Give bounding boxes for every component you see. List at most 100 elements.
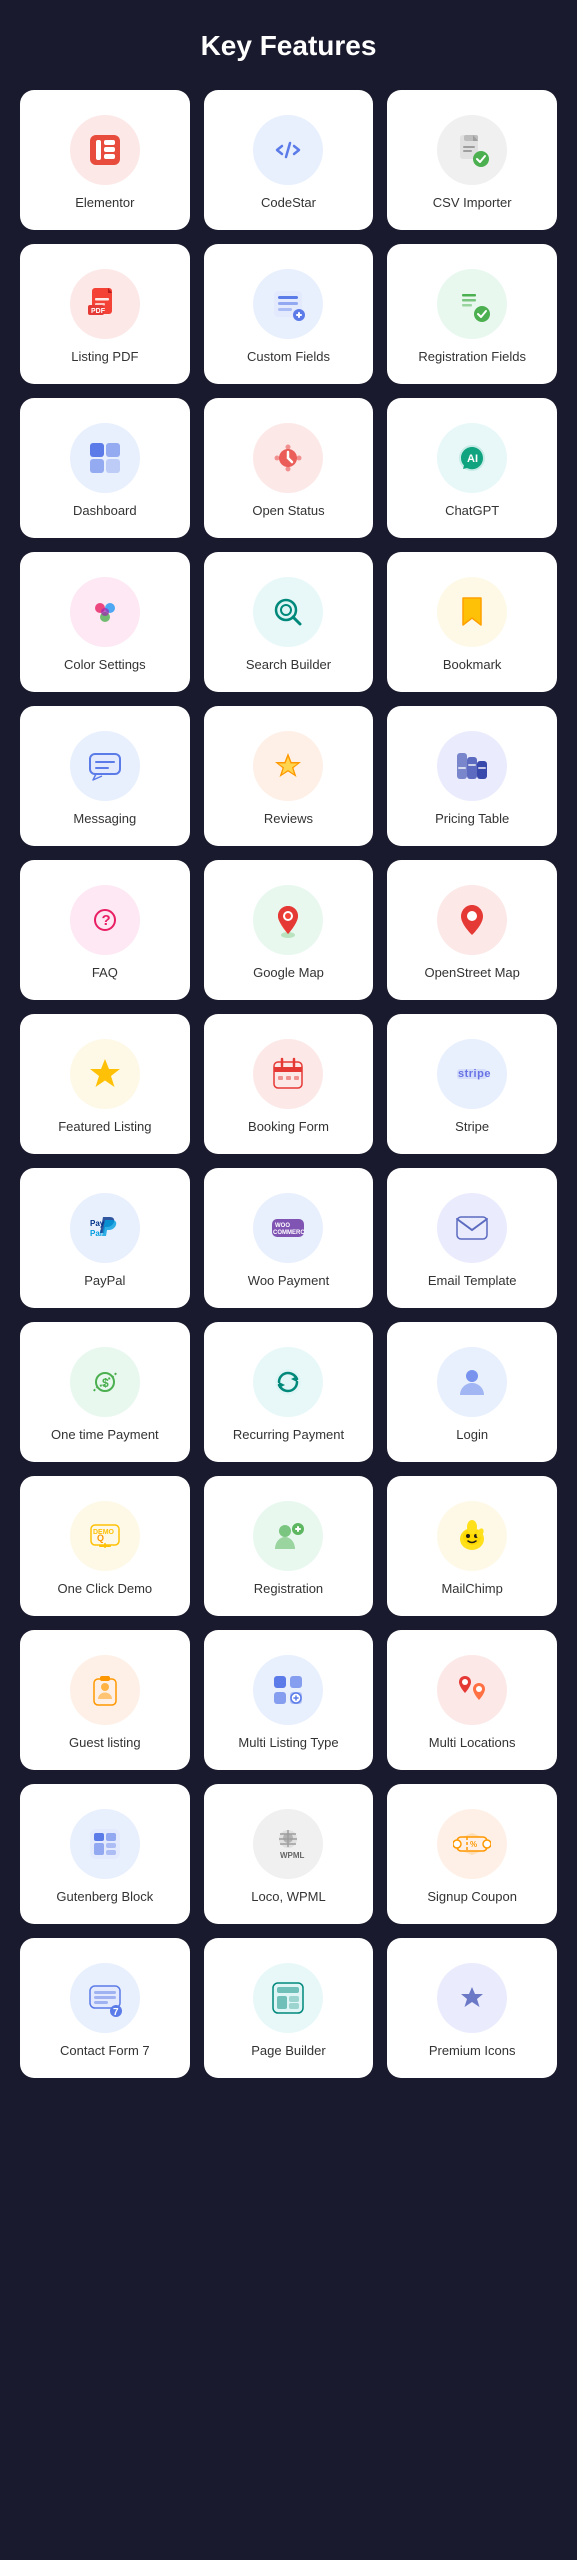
reg-fields-label: Registration Fields [418, 349, 526, 366]
elementor-label: Elementor [75, 195, 134, 212]
reg-fields-icon [437, 269, 507, 339]
feature-registration[interactable]: Registration [204, 1476, 374, 1616]
pagebuilder-label: Page Builder [251, 2043, 325, 2060]
feature-premiumicons[interactable]: Premium Icons [387, 1938, 557, 2078]
multilisting-label: Multi Listing Type [238, 1735, 338, 1752]
feature-color[interactable]: Color Settings [20, 552, 190, 692]
pdf-label: Listing PDF [71, 349, 138, 366]
coupon-label: Signup Coupon [427, 1889, 517, 1906]
feature-onetime[interactable]: $ One time Payment [20, 1322, 190, 1462]
booking-label: Booking Form [248, 1119, 329, 1136]
feature-reg-fields[interactable]: Registration Fields [387, 244, 557, 384]
contactform-icon: 7 [70, 1963, 140, 2033]
coupon-icon: % [437, 1809, 507, 1879]
registration-icon [253, 1501, 323, 1571]
svg-text:stripe: stripe [458, 1068, 491, 1080]
messaging-label: Messaging [73, 811, 136, 828]
feature-featured[interactable]: Featured Listing [20, 1014, 190, 1154]
codestar-icon [253, 115, 323, 185]
feature-demo[interactable]: DEMO Q One Click Demo [20, 1476, 190, 1616]
feature-custom-fields[interactable]: Custom Fields [204, 244, 374, 384]
wpml-icon: WPML [253, 1809, 323, 1879]
features-grid: Elementor CodeStar CSV Im [20, 90, 557, 2078]
feature-multilisting[interactable]: Multi Listing Type [204, 1630, 374, 1770]
bookmark-label: Bookmark [443, 657, 502, 674]
chatgpt-icon: AI [437, 423, 507, 493]
feature-guest[interactable]: Guest listing [20, 1630, 190, 1770]
dashboard-icon [70, 423, 140, 493]
stripe-label: Stripe [455, 1119, 489, 1136]
feature-login[interactable]: Login [387, 1322, 557, 1462]
feature-googlemap[interactable]: Google Map [204, 860, 374, 1000]
feature-email[interactable]: Email Template [387, 1168, 557, 1308]
feature-pagebuilder[interactable]: Page Builder [204, 1938, 374, 2078]
feature-codestar[interactable]: CodeStar [204, 90, 374, 230]
feature-woo[interactable]: WOO COMMERC Woo Payment [204, 1168, 374, 1308]
feature-coupon[interactable]: % Signup Coupon [387, 1784, 557, 1924]
feature-recurring[interactable]: Recurring Payment [204, 1322, 374, 1462]
pricing-label: Pricing Table [435, 811, 509, 828]
svg-text:WOO: WOO [275, 1223, 290, 1229]
gutenberg-icon [70, 1809, 140, 1879]
csv-label: CSV Importer [433, 195, 512, 212]
reviews-icon [253, 731, 323, 801]
feature-paypal[interactable]: Pay Pal PayPal [20, 1168, 190, 1308]
feature-booking[interactable]: Booking Form [204, 1014, 374, 1154]
wpml-label: Loco, WPML [251, 1889, 325, 1906]
pdf-icon: PDF [70, 269, 140, 339]
feature-openstreet[interactable]: OpenStreet Map [387, 860, 557, 1000]
stripe-icon: stripe [437, 1039, 507, 1109]
feature-faq[interactable]: ? FAQ [20, 860, 190, 1000]
feature-stripe[interactable]: stripe Stripe [387, 1014, 557, 1154]
open-status-label: Open Status [252, 503, 324, 520]
feature-reviews[interactable]: Reviews [204, 706, 374, 846]
contactform-label: Contact Form 7 [60, 2043, 150, 2060]
elementor-icon [70, 115, 140, 185]
search-icon [253, 577, 323, 647]
svg-text:COMMERC: COMMERC [273, 1230, 305, 1236]
feature-chatgpt[interactable]: AI ChatGPT [387, 398, 557, 538]
open-status-icon [253, 423, 323, 493]
feature-mailchimp[interactable]: MailChimp [387, 1476, 557, 1616]
feature-pricing[interactable]: Pricing Table [387, 706, 557, 846]
premiumicons-label: Premium Icons [429, 2043, 516, 2060]
svg-text:Pal: Pal [90, 1229, 102, 1238]
custom-fields-label: Custom Fields [247, 349, 330, 366]
feature-messaging[interactable]: Messaging [20, 706, 190, 846]
feature-search[interactable]: Search Builder [204, 552, 374, 692]
messaging-icon [70, 731, 140, 801]
feature-pdf[interactable]: PDF Listing PDF [20, 244, 190, 384]
onetime-icon: $ [70, 1347, 140, 1417]
feature-contactform[interactable]: 7 Contact Form 7 [20, 1938, 190, 2078]
feature-multilocations[interactable]: Multi Locations [387, 1630, 557, 1770]
featured-icon [70, 1039, 140, 1109]
svg-text:?: ? [101, 912, 110, 929]
codestar-label: CodeStar [261, 195, 316, 212]
feature-csv[interactable]: CSV Importer [387, 90, 557, 230]
openstreet-icon [437, 885, 507, 955]
svg-text:Q: Q [97, 1533, 104, 1543]
email-icon [437, 1193, 507, 1263]
demo-label: One Click Demo [58, 1581, 153, 1598]
recurring-icon [253, 1347, 323, 1417]
openstreet-label: OpenStreet Map [424, 965, 519, 982]
csv-icon [437, 115, 507, 185]
paypal-icon: Pay Pal [70, 1193, 140, 1263]
booking-icon [253, 1039, 323, 1109]
feature-bookmark[interactable]: Bookmark [387, 552, 557, 692]
feature-dashboard[interactable]: Dashboard [20, 398, 190, 538]
guest-icon [70, 1655, 140, 1725]
feature-open-status[interactable]: Open Status [204, 398, 374, 538]
woo-label: Woo Payment [248, 1273, 329, 1290]
svg-text:7: 7 [113, 2007, 119, 2017]
feature-elementor[interactable]: Elementor [20, 90, 190, 230]
faq-icon: ? [70, 885, 140, 955]
pagebuilder-icon [253, 1963, 323, 2033]
search-label: Search Builder [246, 657, 331, 674]
multilocations-icon [437, 1655, 507, 1725]
registration-label: Registration [254, 1581, 323, 1598]
feature-wpml[interactable]: WPML Loco, WPML [204, 1784, 374, 1924]
googlemap-label: Google Map [253, 965, 324, 982]
premiumicons-icon [437, 1963, 507, 2033]
feature-gutenberg[interactable]: Gutenberg Block [20, 1784, 190, 1924]
